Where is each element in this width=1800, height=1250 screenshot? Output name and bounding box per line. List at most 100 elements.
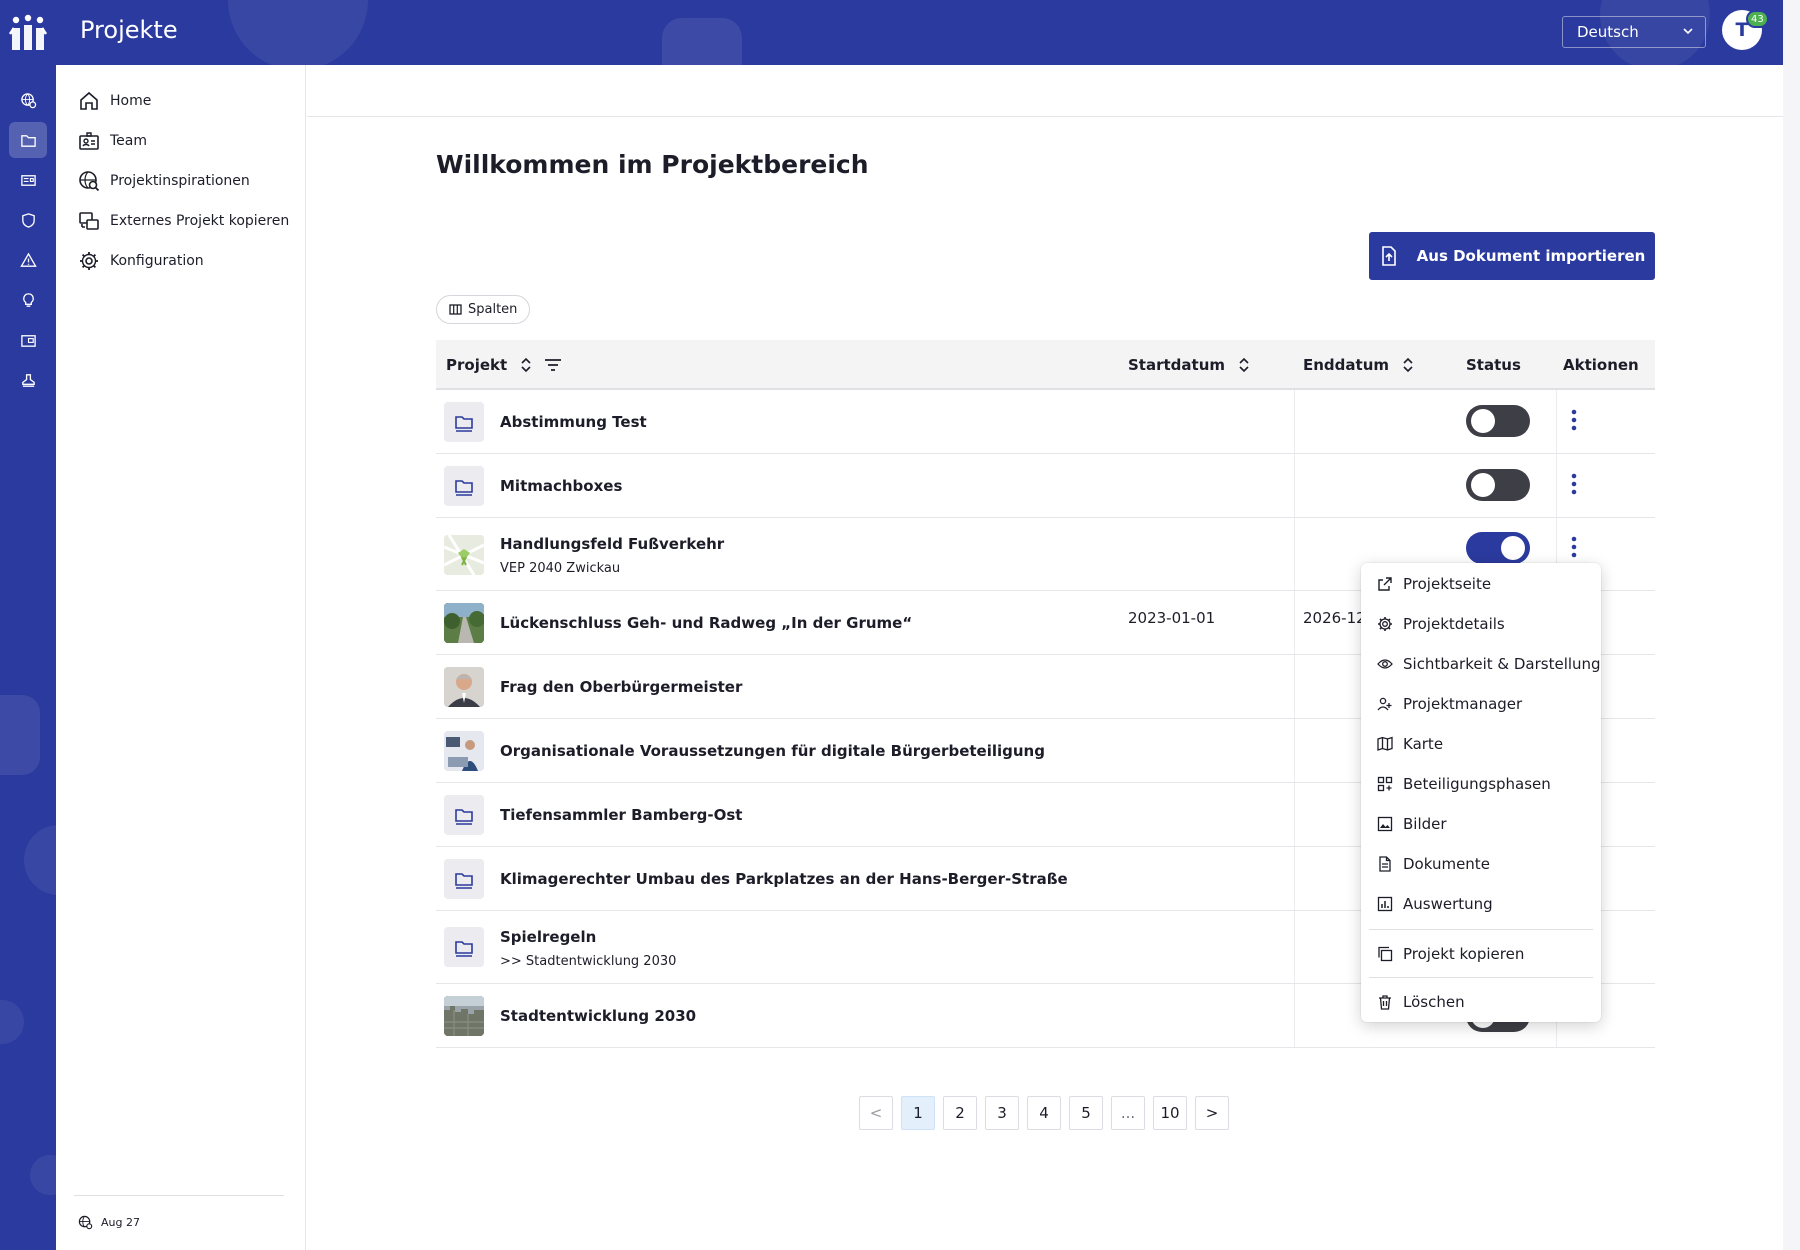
filter-icon[interactable]	[543, 356, 563, 374]
map-image-icon	[444, 535, 484, 575]
sidebar-item-inspirations[interactable]: Projektinspirationen	[78, 166, 250, 196]
rail-ideas[interactable]	[9, 282, 47, 318]
rail-news[interactable]	[9, 162, 47, 198]
menu-item-label: Beteiligungsphasen	[1403, 775, 1551, 793]
table-header: Projekt Startdatum Enddatum Status Aktio…	[436, 340, 1655, 390]
status-toggle[interactable]	[1466, 405, 1530, 437]
status-toggle[interactable]	[1466, 469, 1530, 501]
rail-wallet[interactable]	[9, 322, 47, 358]
pagination-prev-button[interactable]: <	[859, 1096, 893, 1130]
sort-icon[interactable]	[519, 356, 533, 374]
sidebar: Home Team Projektinspirationen Externes …	[56, 65, 306, 1250]
home-icon	[80, 91, 98, 110]
project-name[interactable]: Tiefensammler Bamberg-Ost	[500, 806, 742, 824]
menu-item-label: Bilder	[1403, 815, 1447, 833]
sidebar-item-copy-external[interactable]: Externes Projekt kopieren	[78, 206, 289, 236]
notification-badge: 43	[1746, 10, 1769, 28]
road-image-icon	[444, 603, 484, 643]
pagination-page-1[interactable]: 1	[901, 1096, 935, 1130]
project-name[interactable]: Stadtentwicklung 2030	[500, 1007, 696, 1025]
office-image-icon	[444, 731, 484, 771]
sort-icon[interactable]	[1237, 356, 1251, 374]
column-header-label: Status	[1466, 356, 1521, 374]
globe-settings-icon	[78, 1215, 93, 1230]
sidebar-item-home[interactable]: Home	[78, 86, 151, 116]
menu-item-delete[interactable]: Löschen	[1377, 987, 1465, 1017]
rail-security[interactable]	[9, 202, 47, 238]
sidebar-item-label: Home	[110, 93, 152, 109]
rail-projects[interactable]	[9, 122, 47, 158]
pagination-page-5[interactable]: 5	[1069, 1096, 1103, 1130]
pagination-page-3[interactable]: 3	[985, 1096, 1019, 1130]
pagination-page-10[interactable]: 10	[1153, 1096, 1187, 1130]
rail-stamp[interactable]	[9, 362, 47, 398]
menu-item-visibility[interactable]: Sichtbarkeit & Darstellung	[1377, 649, 1601, 679]
project-thumbnail-portrait-image	[444, 667, 484, 707]
project-name[interactable]: Handlungsfeld Fußverkehr	[500, 535, 724, 553]
newspaper-icon	[20, 174, 36, 186]
app-logo-icon[interactable]	[8, 14, 48, 52]
toggle-knob	[1471, 409, 1495, 433]
menu-item-label: Projektmanager	[1403, 695, 1523, 713]
start-date: 2023-01-01	[1128, 609, 1216, 627]
eye-icon	[1377, 659, 1393, 669]
columns-button[interactable]: Spalten	[436, 295, 531, 324]
import-from-document-button[interactable]: Aus Dokument importieren	[1369, 232, 1655, 280]
status-toggle[interactable]	[1466, 532, 1530, 564]
row-actions-button[interactable]	[1564, 407, 1584, 433]
row-actions-button[interactable]	[1564, 534, 1584, 560]
column-header-actions: Aktionen	[1563, 340, 1639, 390]
rail-globe-settings[interactable]	[9, 82, 47, 118]
menu-item-images[interactable]: Bilder	[1377, 809, 1447, 839]
project-thumbnail	[444, 795, 484, 835]
column-header-end: Enddatum	[1303, 340, 1415, 390]
project-name[interactable]: Lückenschluss Geh- und Radweg „In der Gr…	[500, 614, 912, 632]
sidebar-item-configuration[interactable]: Konfiguration	[78, 246, 204, 276]
project-name[interactable]: Abstimmung Test	[500, 413, 647, 431]
sidebar-footer: Aug 27	[78, 1215, 140, 1230]
project-thumbnail-map-image	[444, 535, 484, 575]
project-subtitle: VEP 2040 Zwickau	[500, 561, 621, 576]
folder-icon	[20, 134, 36, 147]
pagination-page-2[interactable]: 2	[943, 1096, 977, 1130]
menu-item-evaluation[interactable]: Auswertung	[1377, 889, 1493, 919]
menu-item-project-page[interactable]: Projektseite	[1377, 569, 1491, 599]
sidebar-item-team[interactable]: Team	[78, 126, 147, 156]
menu-item-project-manager[interactable]: Projektmanager	[1377, 689, 1522, 719]
team-badge-icon	[79, 132, 99, 150]
project-thumbnail	[444, 859, 484, 899]
trash-icon	[1379, 995, 1391, 1010]
sidebar-item-label: Projektinspirationen	[110, 173, 250, 189]
row-actions-button[interactable]	[1564, 471, 1584, 497]
columns-button-label: Spalten	[468, 302, 518, 317]
table-row[interactable]: Abstimmung Test	[436, 390, 1655, 454]
sidebar-divider	[74, 1195, 284, 1196]
language-select-value: Deutsch	[1577, 23, 1639, 41]
warning-icon	[19, 252, 37, 267]
menu-item-participation-phases[interactable]: Beteiligungsphasen	[1377, 769, 1551, 799]
rail-warnings[interactable]	[9, 242, 47, 278]
project-name[interactable]: Organisationale Voraussetzungen für digi…	[500, 742, 1045, 760]
language-select[interactable]: Deutsch	[1562, 16, 1706, 48]
page-scrollbar[interactable]	[1783, 0, 1800, 1250]
folder-icon	[455, 416, 473, 432]
decorative-blob	[662, 18, 742, 65]
sort-icon[interactable]	[1401, 356, 1415, 374]
pagination-next-button[interactable]: >	[1195, 1096, 1229, 1130]
project-thumbnail-city-image	[444, 996, 484, 1036]
table-row[interactable]: Mitmachboxes	[436, 454, 1655, 518]
menu-item-copy-project[interactable]: Projekt kopieren	[1377, 939, 1524, 969]
project-name[interactable]: Frag den Oberbürgermeister	[500, 678, 742, 696]
bar-chart-icon	[1377, 896, 1393, 912]
menu-item-project-details[interactable]: Projektdetails	[1377, 609, 1505, 639]
pagination-page-4[interactable]: 4	[1027, 1096, 1061, 1130]
decorative-blob	[0, 695, 40, 775]
decorative-blob	[0, 1000, 24, 1044]
decorative-blob	[228, 0, 368, 65]
column-header-start: Startdatum	[1128, 340, 1251, 390]
menu-item-documents[interactable]: Dokumente	[1377, 849, 1490, 879]
project-name[interactable]: Mitmachboxes	[500, 477, 622, 495]
project-name[interactable]: Klimagerechter Umbau des Parkplatzes an …	[500, 870, 1068, 888]
project-name[interactable]: Spielregeln	[500, 928, 596, 946]
menu-item-map[interactable]: Karte	[1377, 729, 1443, 759]
